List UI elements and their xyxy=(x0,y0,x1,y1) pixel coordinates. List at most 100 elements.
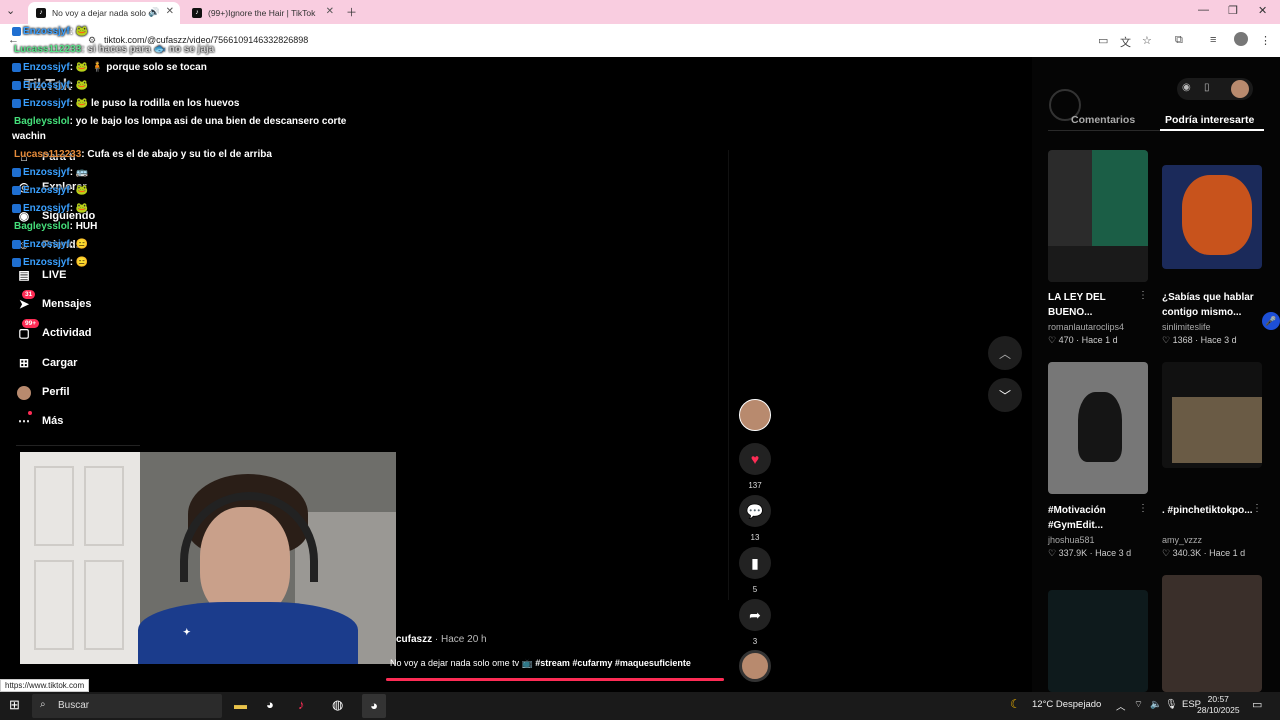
nav-item-mas[interactable]: ⋯ Más xyxy=(16,411,63,428)
menu-kebab-icon[interactable]: ⋮ xyxy=(1260,34,1271,47)
device-icon[interactable]: ▯ xyxy=(1204,82,1210,93)
sound-disc[interactable] xyxy=(739,650,771,682)
previous-video-button[interactable]: ︿ xyxy=(988,336,1022,370)
app-icon[interactable]: ◍ xyxy=(332,697,343,713)
chrome-active-icon[interactable]: ◕ xyxy=(362,694,386,718)
chat-user-icon xyxy=(12,80,21,90)
share-count: 3 xyxy=(752,637,758,646)
extensions-icon[interactable]: ⧉ xyxy=(1175,34,1183,47)
user-avatar-icon[interactable] xyxy=(1231,80,1249,98)
message-icon: ➤ 31 xyxy=(16,290,36,311)
like-count: 137 xyxy=(748,481,762,490)
browser-tabbar: ♪ No voy a dejar nada solo o 🔊 ✕ ♪ (99+)… xyxy=(0,0,1280,24)
video-frame-edge xyxy=(728,150,729,600)
tab-strip-icon[interactable]: ≡ xyxy=(1210,34,1216,46)
save-button[interactable]: ▮ 5 xyxy=(739,547,771,594)
share-button[interactable]: ➦ 3 xyxy=(739,599,771,646)
nav-item-mensajes[interactable]: ➤ 31 Mensajes xyxy=(16,290,92,311)
video-thumbnail[interactable] xyxy=(1162,165,1262,269)
card-author[interactable]: amy_vzzz xyxy=(1162,535,1202,545)
comment-icon: 💬 xyxy=(739,495,771,527)
card-title[interactable]: LA LEY DEL BUENO... xyxy=(1048,290,1128,320)
restore-icon[interactable]: ❐ xyxy=(1228,4,1238,17)
heart-icon: ♥ xyxy=(739,443,771,475)
microphone-tray-icon[interactable]: 🎙 xyxy=(1165,699,1177,710)
browser-tab[interactable]: ♪ (99+)Ignore the Hair | TikTok ✕ xyxy=(184,2,340,24)
chat-line: Enzossjyf: 🐸 xyxy=(12,80,88,91)
close-tab-icon[interactable]: ✕ xyxy=(326,6,334,17)
tray-chevron-icon[interactable]: ︿ xyxy=(1116,699,1126,713)
tab-search-icon[interactable]: ⌄ xyxy=(6,4,15,17)
tab-title: (99+)Ignore the Hair | TikTok xyxy=(208,8,316,18)
close-tab-icon[interactable]: ✕ xyxy=(166,6,174,17)
profile-avatar-icon[interactable] xyxy=(1234,32,1248,46)
video-author[interactable]: cufaszz · Hace 20 h xyxy=(396,634,487,645)
translate-icon[interactable]: 文 xyxy=(1120,34,1131,50)
taskbar-search[interactable]: ⌕ Buscar xyxy=(32,694,222,718)
video-progress-bar[interactable] xyxy=(386,678,724,681)
chat-line: Enzossjyf: 🐸 🧍 porque solo se tocan xyxy=(12,62,207,73)
card-menu-icon[interactable]: ⋮ xyxy=(1138,290,1148,301)
next-video-button[interactable]: ﹀ xyxy=(988,378,1022,412)
card-menu-icon[interactable]: ⋮ xyxy=(1252,503,1262,514)
tiktok-app-icon[interactable]: ♪ xyxy=(298,697,305,712)
card-title[interactable]: #Motivación #GymEdit... xyxy=(1048,503,1132,533)
chat-line: Enzossjyf: 😑 xyxy=(12,239,88,250)
video-caption: No voy a dejar nada solo ome tv 📺 #strea… xyxy=(390,658,691,668)
top-icon-group: ◉ ▯ xyxy=(1177,78,1253,100)
install-icon[interactable]: ▭ xyxy=(1098,34,1108,47)
video-progress-fill xyxy=(386,678,724,681)
chat-user-icon xyxy=(12,239,21,249)
video-thumbnail[interactable] xyxy=(1162,362,1262,468)
chat-user-icon xyxy=(12,167,21,177)
tab-podria-interesarte[interactable]: Podría interesarte xyxy=(1165,114,1254,126)
new-tab-icon[interactable]: ＋ xyxy=(346,4,357,20)
chat-line: Bagleysslol: yo le bajo los lompa asi de… xyxy=(14,116,347,127)
like-button[interactable]: ♥ 137 xyxy=(739,443,771,490)
video-hashtags[interactable]: #stream #cufarmy #maquesuficiente xyxy=(535,658,691,668)
file-explorer-icon[interactable]: ▬ xyxy=(234,697,247,712)
card-author[interactable]: romanlautaroclips4 xyxy=(1048,322,1124,332)
nav-item-perfil[interactable]: Perfil xyxy=(16,385,70,400)
puma-logo-icon: ✦ xyxy=(183,627,191,637)
card-author[interactable]: jhoshua581 xyxy=(1048,535,1095,545)
volume-icon[interactable]: 🔈 xyxy=(1150,699,1162,710)
chat-user-icon xyxy=(12,26,21,36)
chat-user-icon xyxy=(12,257,21,267)
video-thumbnail[interactable] xyxy=(1048,150,1148,282)
audio-icon[interactable]: 🔊 xyxy=(149,7,160,18)
card-menu-icon[interactable]: ⋮ xyxy=(1138,503,1148,514)
bookmark-star-icon[interactable]: ☆ xyxy=(1142,34,1152,47)
card-author[interactable]: sinlimiteslife xyxy=(1162,322,1211,332)
tab-comentarios[interactable]: Comentarios xyxy=(1071,114,1135,126)
collection-icon[interactable]: ◉ xyxy=(1182,82,1191,93)
card-title[interactable]: . #pinchetiktokpo... xyxy=(1162,503,1256,518)
video-thumbnail[interactable] xyxy=(1048,590,1148,692)
nav-item-live[interactable]: ▤ LIVE xyxy=(16,268,66,282)
windows-start-icon[interactable]: ⊞ xyxy=(9,697,20,713)
chat-line: Lucass112233: Cufa es el de abajo y su t… xyxy=(14,149,272,160)
browser-tab-active[interactable]: ♪ No voy a dejar nada solo o 🔊 ✕ xyxy=(28,2,180,24)
nav-item-actividad[interactable]: ▢ 99+ Actividad xyxy=(16,319,92,340)
heart-outline-icon: ♡ xyxy=(1048,548,1057,558)
notification-icon[interactable]: ▭ xyxy=(1252,698,1262,711)
share-icon: ➦ xyxy=(739,599,771,631)
minimize-icon[interactable]: — xyxy=(1198,4,1209,16)
comment-count: 13 xyxy=(750,533,760,542)
video-thumbnail[interactable] xyxy=(1162,575,1262,692)
comment-button[interactable]: 💬 13 xyxy=(739,495,771,542)
close-window-icon[interactable]: ✕ xyxy=(1258,4,1267,17)
nav-divider xyxy=(16,445,140,446)
heart-outline-icon: ♡ xyxy=(1162,548,1171,558)
card-title[interactable]: ¿Sabías que hablar contigo mismo... xyxy=(1162,290,1256,320)
card-meta: ♡ 340.3K · Hace 1 d xyxy=(1162,548,1246,558)
microphone-icon[interactable]: 🎤 xyxy=(1262,312,1280,330)
chrome-icon[interactable]: ◕ xyxy=(266,697,274,712)
weather-text[interactable]: 12°C Despejado xyxy=(1032,699,1101,710)
video-thumbnail[interactable] xyxy=(1048,362,1148,494)
clock[interactable]: 20:57 28/10/2025 xyxy=(1197,694,1240,716)
network-icon[interactable]: ⌔ xyxy=(1134,699,1143,710)
tiktok-favicon-icon: ♪ xyxy=(192,8,202,18)
creator-avatar[interactable] xyxy=(739,399,771,431)
nav-item-cargar[interactable]: ⊞ Cargar xyxy=(16,356,78,370)
